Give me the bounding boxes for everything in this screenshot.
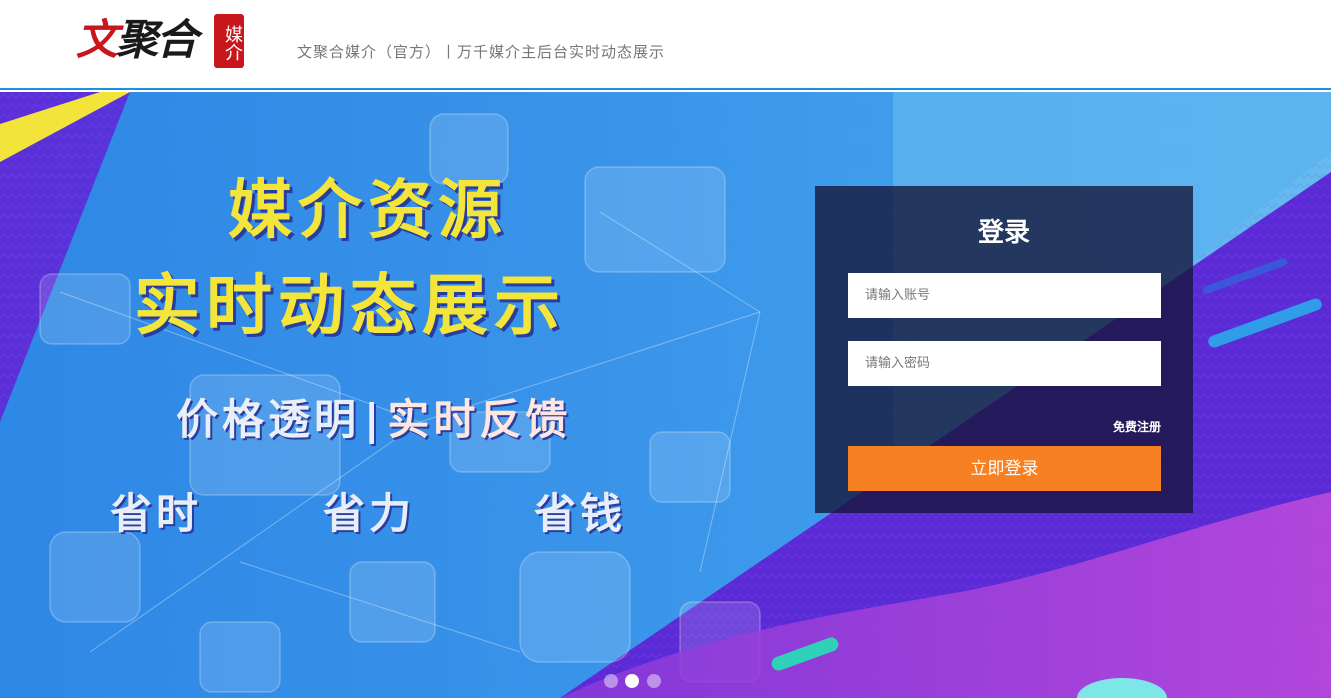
slogan-media-resources: 媒介资源: [228, 174, 508, 248]
feature-separator: |: [364, 395, 384, 444]
register-link[interactable]: 免费注册: [1113, 419, 1161, 435]
carousel-dot-2[interactable]: [625, 674, 639, 688]
site-logo[interactable]: 文聚合 媒介: [76, 10, 248, 72]
feature-realtime-feedback: 实时反馈: [387, 395, 572, 444]
site-tagline: 文聚合媒介（官方）丨万千媒介主后台实时动态展示: [297, 43, 666, 61]
feature-line: 价格透明|实时反馈: [176, 392, 571, 448]
carousel-dot-3[interactable]: [647, 674, 661, 688]
logo-char-red: 文: [76, 15, 118, 64]
site-header: 文聚合 媒介 文聚合媒介（官方）丨万千媒介主后台实时动态展示: [0, 0, 1331, 90]
login-panel: 登录 免费注册 立即登录: [815, 186, 1193, 513]
login-submit-button[interactable]: 立即登录: [848, 446, 1161, 491]
logo-seal: 媒介: [214, 14, 244, 68]
carousel-dot-1[interactable]: [604, 674, 618, 688]
benefit-save-effort: 省力: [323, 489, 416, 538]
logo-wordmark: 文聚合: [76, 10, 198, 70]
slogan-realtime-display: 实时动态展示: [134, 267, 566, 344]
benefit-save-money: 省钱: [534, 489, 627, 538]
account-input[interactable]: [848, 273, 1161, 318]
feature-price-transparent: 价格透明: [176, 395, 361, 444]
password-input[interactable]: [848, 341, 1161, 386]
benefit-save-time: 省时: [110, 489, 203, 538]
login-title: 登录: [977, 218, 1030, 248]
logo-chars-dark: 聚合: [116, 15, 198, 64]
